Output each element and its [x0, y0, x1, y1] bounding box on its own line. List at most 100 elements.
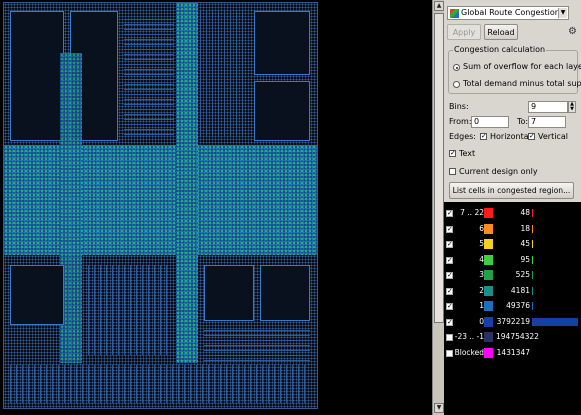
legend-range-label: 5	[479, 239, 484, 248]
legend-visibility-checkbox[interactable]: ✓	[446, 318, 453, 326]
legend-row: ✓ 3 525	[444, 269, 581, 281]
legend-visibility-checkbox[interactable]: ✓	[446, 303, 453, 310]
legend-color-swatch	[484, 316, 493, 327]
macro-block	[204, 265, 254, 321]
congestion-settings-panel: Global Route Congestion ▼ Apply Reload ⚙…	[444, 0, 581, 415]
chevron-down-icon[interactable]: ▼	[558, 8, 567, 18]
std-cell-rows	[204, 327, 310, 361]
demand-radio[interactable]	[453, 81, 460, 88]
legend-histogram-bar	[532, 271, 533, 279]
legend-row: ✓ 1 49376	[444, 300, 581, 312]
layer-select-value: Global Route Congestion	[461, 8, 560, 17]
legend-row: ✓ 0 3792219	[444, 316, 581, 328]
legend-count: 95	[520, 254, 530, 264]
vertical-label: Vertical	[538, 132, 568, 141]
std-cell-rows	[124, 15, 174, 135]
overflow-option-label: Sum of overflow for each layer	[463, 62, 581, 71]
std-cell-columns	[200, 11, 248, 137]
legend-histogram-bar	[532, 240, 533, 248]
edges-label: Edges:	[449, 132, 476, 141]
congestion-band-horizontal	[4, 145, 317, 255]
gear-icon[interactable]: ⚙	[568, 27, 578, 37]
layout-canvas[interactable]	[0, 0, 432, 415]
legend-count: 1431347	[496, 347, 530, 357]
legend-count: 525	[515, 270, 530, 279]
macro-block	[260, 265, 310, 321]
legend-color-swatch	[484, 223, 493, 234]
legend-count: 18	[520, 223, 530, 233]
legend-color-swatch	[484, 254, 493, 265]
scroll-up-icon[interactable]: ▲	[434, 1, 444, 11]
legend-visibility-checkbox[interactable]: ✓	[446, 241, 453, 248]
congestion-layer-icon	[450, 9, 459, 18]
legend-count: 48	[520, 208, 530, 217]
legend-count: 194754322	[496, 332, 539, 341]
macro-block	[254, 81, 310, 141]
legend-histogram-bar	[532, 302, 533, 310]
congestion-legend: ✓ 7 .. 22 48 ✓ 6 18 ✓ 5 45 ✓ 4 95 ✓ 3 525 ✓ 2 4181 ✓ 1 49376…	[444, 202, 581, 415]
legend-histogram-bar	[532, 209, 533, 217]
legend-color-swatch	[484, 332, 493, 342]
bins-spinbox[interactable]: 9	[528, 101, 568, 113]
legend-row: ✓ 5 45	[444, 238, 581, 250]
vertical-scrollbar[interactable]: ▲ ▼	[432, 0, 444, 415]
legend-color-swatch	[484, 270, 493, 280]
legend-histogram-bar	[532, 286, 533, 295]
demand-option-label: Total demand minus total supply	[463, 79, 581, 88]
legend-row: -23 .. -1 194754322	[444, 331, 581, 343]
legend-color-swatch	[484, 347, 493, 358]
legend-count: 4181	[510, 285, 530, 295]
from-input[interactable]: 0	[471, 116, 509, 128]
legend-count: 45	[520, 239, 530, 248]
legend-row: ✓ 7 .. 22 48	[444, 207, 581, 219]
horizontal-label: Horizontal	[490, 132, 531, 141]
legend-visibility-checkbox[interactable]: ✓	[446, 256, 453, 264]
layer-select[interactable]: Global Route Congestion ▼	[447, 6, 569, 20]
legend-range-label: 1	[479, 301, 484, 310]
legend-range-label: 7 .. 22	[460, 208, 484, 217]
scroll-down-icon[interactable]: ▼	[434, 403, 444, 413]
legend-range-label: Blocked	[454, 347, 484, 357]
legend-count: 3792219	[496, 316, 530, 326]
overflow-radio[interactable]	[453, 64, 460, 71]
macro-block	[10, 11, 64, 141]
std-cell-columns	[88, 265, 168, 355]
legend-histogram-bar	[532, 255, 533, 264]
spin-arrows-icon[interactable]: ▲ ▼	[568, 101, 576, 113]
vertical-checkbox[interactable]: ✓	[528, 133, 535, 140]
legend-range-label: 3	[479, 270, 484, 279]
list-cells-button[interactable]: List cells in congested region...	[449, 182, 574, 199]
legend-count: 49376	[506, 301, 530, 310]
legend-color-swatch	[484, 301, 493, 311]
std-cell-columns	[10, 365, 310, 403]
legend-color-swatch	[484, 285, 493, 296]
legend-visibility-checkbox[interactable]: ✓	[446, 287, 453, 295]
reload-button[interactable]: Reload	[484, 24, 518, 40]
scroll-thumb[interactable]	[434, 13, 444, 323]
bins-label: Bins:	[449, 102, 469, 111]
legend-row: Blocked 1431347	[444, 347, 581, 359]
group-title: Congestion calculation	[453, 45, 547, 55]
legend-range-label: 2	[479, 285, 484, 295]
legend-range-label: 6	[479, 223, 484, 233]
macro-block	[254, 11, 310, 75]
legend-range-label: 4	[479, 254, 484, 264]
horizontal-checkbox[interactable]: ✓	[480, 133, 487, 140]
apply-button[interactable]: Apply	[447, 24, 481, 40]
current-design-checkbox[interactable]	[449, 168, 456, 175]
legend-range-label: -23 .. -1	[454, 332, 484, 341]
legend-histogram-bar	[532, 224, 533, 233]
legend-visibility-checkbox[interactable]: ✓	[446, 225, 453, 233]
congestion-band-vertical	[176, 3, 198, 363]
legend-row: ✓ 4 95	[444, 254, 581, 266]
text-checkbox[interactable]: ✓	[449, 150, 456, 157]
legend-histogram-bar	[532, 317, 578, 326]
to-label: To:	[517, 117, 529, 126]
chip-die	[3, 2, 318, 409]
legend-row: ✓ 2 4181	[444, 285, 581, 297]
legend-visibility-checkbox[interactable]: ✓	[446, 272, 453, 279]
legend-color-swatch	[484, 208, 493, 218]
to-input[interactable]: 7	[528, 116, 566, 128]
current-design-label: Current design only	[459, 167, 538, 176]
text-label: Text	[459, 149, 476, 158]
